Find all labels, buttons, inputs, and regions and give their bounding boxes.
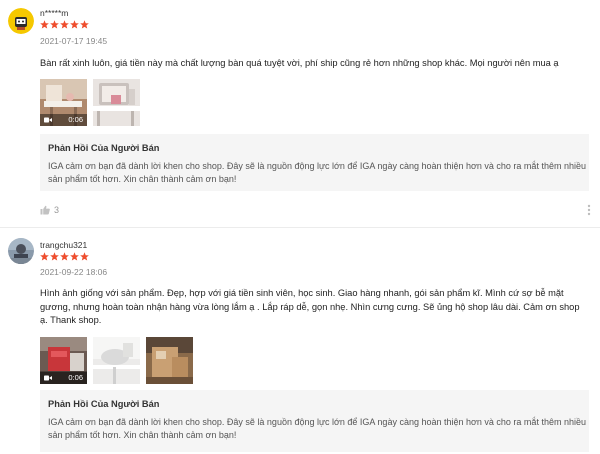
star-icon (40, 252, 49, 261)
video-camera-icon (44, 375, 52, 381)
seller-reply-text: IGA cảm ơn bạn đã dành lời khen cho shop… (48, 417, 586, 440)
star-icon (80, 252, 89, 261)
star-icon (40, 20, 49, 29)
seller-reply-title: Phản Hồi Của Người Bán (48, 143, 160, 153)
star-icon (70, 20, 79, 29)
user-avatar[interactable] (8, 8, 34, 34)
seller-reply-title: Phản Hồi Của Người Bán (48, 399, 160, 409)
user-avatar[interactable] (8, 238, 34, 264)
video-duration: 0:06 (68, 115, 83, 124)
review-comment: Hình ảnh giống với sản phẩm. Đẹp, hợp vớ… (40, 288, 580, 325)
video-camera-icon (44, 117, 52, 123)
review-media: 0:06 (40, 79, 140, 126)
review-image-thumbnail[interactable] (93, 79, 140, 126)
star-icon (60, 20, 69, 29)
star-icon (50, 252, 59, 261)
video-duration: 0:06 (68, 373, 83, 382)
like-count: 3 (54, 205, 60, 215)
review-date: 2021-09-22 18:06 (40, 267, 108, 277)
review-media: 0:06 (40, 337, 193, 384)
review-item: trangchu321 2021-09-22 18:06 Hình ảnh gi… (0, 229, 600, 454)
review-image-thumbnail[interactable] (93, 337, 140, 384)
star-icon (50, 20, 59, 29)
seller-reply: Phản Hồi Của Người Bán IGA cảm ơn bạn đã… (40, 134, 589, 191)
review-item: n*****m 2021-07-17 19:45 Bàn rất xinh lu… (0, 0, 600, 228)
seller-reply: Phản Hồi Của Người Bán IGA cảm ơn bạn đã… (40, 390, 589, 452)
video-badge: 0:06 (40, 372, 87, 384)
rating-stars (40, 252, 89, 262)
star-icon (60, 252, 69, 261)
review-date: 2021-07-17 19:45 (40, 36, 108, 46)
seller-reply-text: IGA cảm ơn bạn đã dành lời khen cho shop… (48, 161, 586, 184)
thumbs-up-icon (40, 205, 50, 215)
review-author[interactable]: trangchu321 (40, 240, 87, 250)
review-author[interactable]: n*****m (40, 8, 68, 18)
video-badge: 0:06 (40, 114, 87, 126)
rating-stars (40, 20, 89, 30)
star-icon (70, 252, 79, 261)
star-icon (80, 20, 89, 29)
review-video-thumbnail[interactable]: 0:06 (40, 79, 87, 126)
like-button[interactable]: 3 (40, 205, 59, 215)
review-video-thumbnail[interactable]: 0:06 (40, 337, 87, 384)
more-options-icon[interactable] (587, 204, 591, 216)
review-image-thumbnail[interactable] (146, 337, 193, 384)
review-comment: Bàn rất xinh luôn, giá tiền này mà chất … (40, 58, 559, 68)
